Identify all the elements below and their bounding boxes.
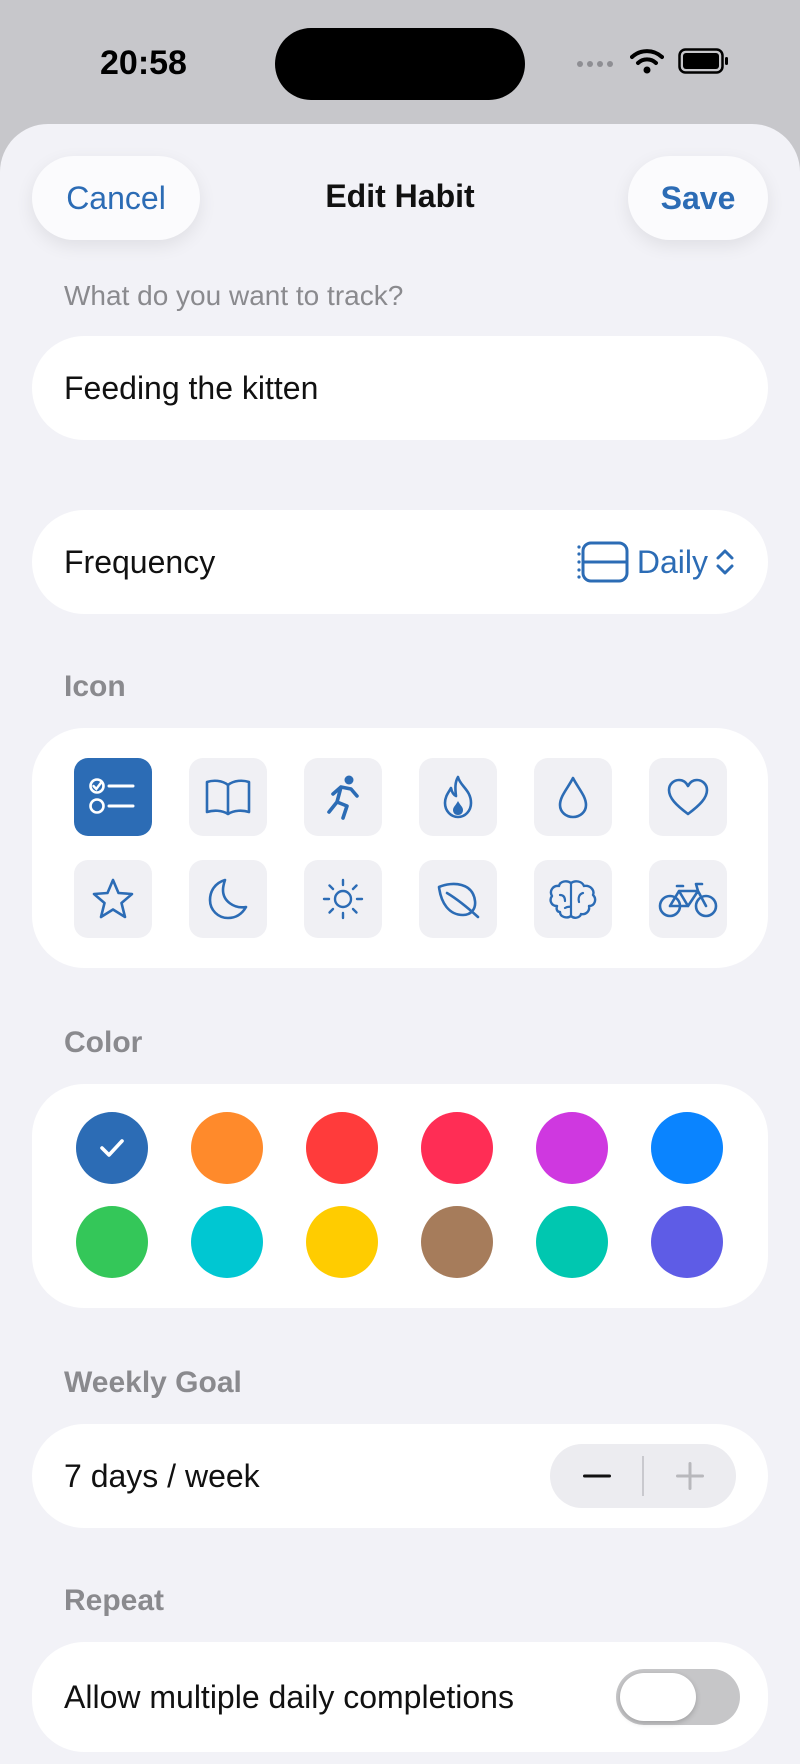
- icon-option-leaf[interactable]: [419, 860, 497, 938]
- color-section-title: Color: [64, 1026, 143, 1059]
- color-swatch[interactable]: [306, 1206, 378, 1278]
- color-swatch[interactable]: [421, 1112, 493, 1184]
- running-figure-icon: [327, 775, 359, 820]
- repeat-section-title: Repeat: [64, 1584, 165, 1617]
- icon-option-drop[interactable]: [534, 758, 612, 836]
- sun-icon: [322, 878, 364, 920]
- icon-option-sun[interactable]: [304, 860, 382, 938]
- color-swatch[interactable]: [191, 1206, 263, 1278]
- checkmark-icon: [100, 1139, 124, 1157]
- status-time: 20:58: [100, 44, 187, 82]
- multiple-completions-toggle[interactable]: [616, 1669, 740, 1725]
- book-icon: [205, 779, 251, 816]
- icon-option-heart[interactable]: [649, 758, 727, 836]
- icon-section-title: Icon: [64, 670, 126, 703]
- color-swatch[interactable]: [76, 1206, 148, 1278]
- color-swatch[interactable]: [191, 1112, 263, 1184]
- bicycle-icon: [658, 882, 718, 918]
- icon-option-star[interactable]: [74, 860, 152, 938]
- icon-option-checklist[interactable]: [74, 758, 152, 836]
- weekly-goal-stepper: [550, 1444, 736, 1508]
- status-bar: 20:58: [0, 0, 800, 128]
- wifi-icon: [630, 49, 664, 74]
- flame-icon: [443, 775, 473, 819]
- icon-grid: [74, 758, 727, 938]
- toggle-knob: [620, 1673, 696, 1721]
- calendar-list-icon: [577, 541, 629, 583]
- cellular-signal-icon: [577, 61, 613, 67]
- weekly-goal-row: 7 days / week: [32, 1424, 768, 1528]
- drop-icon: [558, 776, 588, 819]
- star-icon: [92, 878, 134, 919]
- frequency-row[interactable]: Frequency Daily: [32, 510, 768, 614]
- chevron-up-down-icon: [716, 549, 734, 575]
- dynamic-island: [275, 28, 525, 100]
- moon-icon: [208, 878, 248, 920]
- weekly-goal-value: 7 days / week: [64, 1457, 260, 1494]
- battery-icon: [678, 48, 728, 74]
- multiple-completions-label: Allow multiple daily completions: [64, 1678, 514, 1715]
- color-swatch[interactable]: [76, 1112, 148, 1184]
- color-swatch[interactable]: [536, 1112, 608, 1184]
- leaf-icon: [437, 882, 480, 919]
- color-swatch[interactable]: [421, 1206, 493, 1278]
- icon-option-running[interactable]: [304, 758, 382, 836]
- icon-option-book[interactable]: [189, 758, 267, 836]
- icon-option-flame[interactable]: [419, 758, 497, 836]
- heart-icon: [667, 778, 709, 816]
- save-button[interactable]: Save: [628, 156, 768, 240]
- frequency-picker[interactable]: Daily: [577, 541, 736, 583]
- checklist-icon: [89, 778, 135, 814]
- color-swatch[interactable]: [651, 1206, 723, 1278]
- plus-icon: [675, 1462, 704, 1490]
- frequency-value: Daily: [636, 543, 708, 580]
- stepper-divider: [642, 1456, 644, 1496]
- status-icons: [576, 48, 730, 74]
- color-swatch[interactable]: [536, 1206, 608, 1278]
- habit-name-prompt: What do you want to track?: [64, 280, 404, 311]
- increment-button[interactable]: [643, 1444, 736, 1508]
- color-grid: [76, 1112, 723, 1278]
- decrement-button[interactable]: [550, 1444, 643, 1508]
- color-swatch[interactable]: [306, 1112, 378, 1184]
- icon-option-moon[interactable]: [189, 860, 267, 938]
- habit-name-card: [32, 336, 768, 440]
- icon-option-bicycle[interactable]: [649, 860, 727, 938]
- frequency-label: Frequency: [64, 543, 216, 580]
- minus-icon: [582, 1474, 611, 1478]
- repeat-row: Allow multiple daily completions: [32, 1642, 768, 1752]
- color-swatch[interactable]: [651, 1112, 723, 1184]
- brain-icon: [549, 880, 597, 919]
- icon-option-brain[interactable]: [534, 860, 612, 938]
- habit-name-input[interactable]: [64, 336, 724, 440]
- icon-picker-card: [32, 728, 768, 968]
- color-picker-card: [32, 1084, 768, 1308]
- weekly-goal-section-title: Weekly Goal: [64, 1366, 242, 1399]
